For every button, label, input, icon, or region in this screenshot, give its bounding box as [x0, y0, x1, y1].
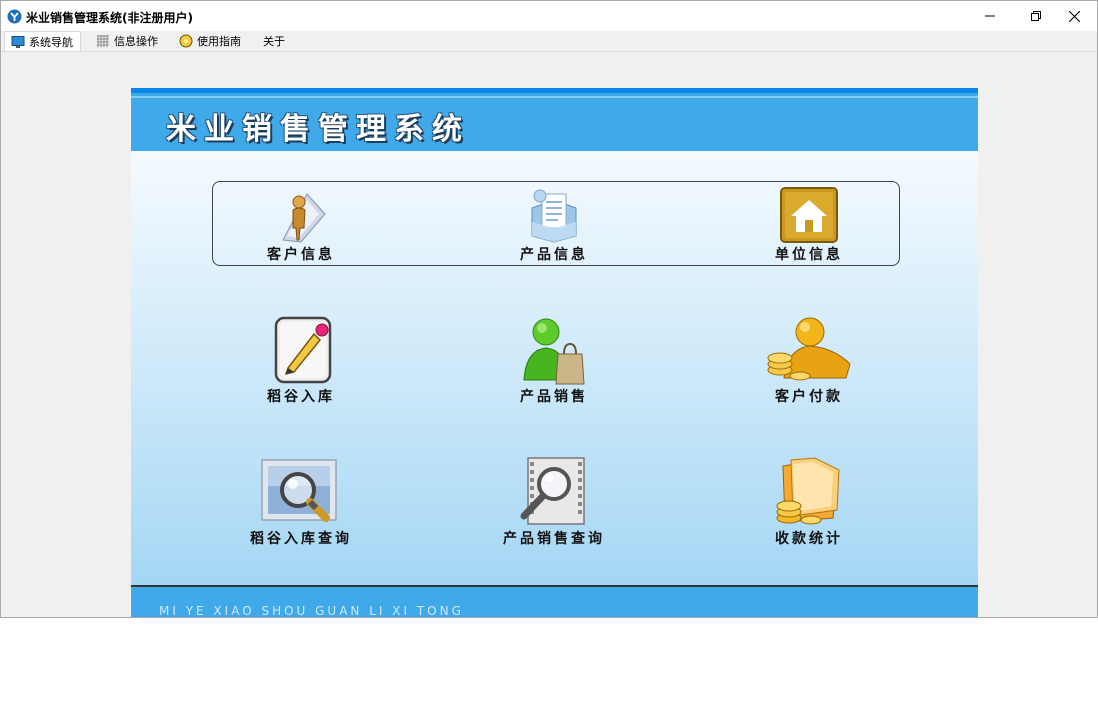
restore-icon	[1031, 11, 1041, 21]
content-area: 米业销售管理系统 客户信息 产品信息 单位信息 稻谷入库 产品销售 客户付款 稻…	[1, 52, 1097, 617]
banner: 米业销售管理系统	[131, 88, 978, 151]
product-sales-query-icon	[520, 457, 585, 525]
minimize-button[interactable]	[967, 1, 1013, 31]
tile-product-sales-query[interactable]: 产品销售查询	[493, 456, 615, 548]
tile-label: 产品销售	[520, 389, 588, 405]
menu-item-guide[interactable]: 使用指南	[179, 31, 241, 51]
banner-top-stripe	[131, 88, 978, 93]
title-bar: 米业销售管理系统(非注册用户)	[1, 1, 1097, 31]
tile-label: 单位信息	[775, 247, 843, 263]
customer-payment-icon	[767, 317, 851, 381]
tile-customer-payment[interactable]: 客户付款	[759, 314, 859, 406]
tile-product-info[interactable]: 产品信息	[504, 186, 604, 264]
menu-item-label: 使用指南	[197, 35, 241, 48]
navigation-panel: 米业销售管理系统 客户信息 产品信息 单位信息 稻谷入库 产品销售 客户付款 稻…	[131, 88, 978, 618]
payment-statistics-icon	[776, 457, 840, 525]
tile-payment-statistics[interactable]: 收款统计	[759, 456, 859, 548]
grain-inbound-query-icon	[261, 459, 337, 522]
menu-bar: 系统导航 信息操作 使用指南 关于	[1, 31, 1097, 52]
tile-unit-info[interactable]: 单位信息	[759, 186, 859, 264]
footer-bar: MI YE XIAO SHOU GUAN LI XI TONG	[131, 585, 978, 618]
tile-label: 产品销售查询	[503, 531, 605, 547]
app-logo-icon	[7, 9, 22, 24]
tile-grain-inbound[interactable]: 稻谷入库	[251, 314, 351, 406]
grain-inbound-icon	[274, 316, 332, 384]
tile-label: 稻谷入库	[267, 389, 335, 405]
menu-item-about[interactable]: 关于	[263, 31, 285, 51]
banner-highlight-line	[131, 96, 978, 98]
window-title: 米业销售管理系统(非注册用户)	[26, 11, 193, 25]
guide-icon	[179, 34, 193, 48]
grid-icon	[97, 35, 109, 47]
menu-item-label: 系统导航	[29, 35, 73, 49]
tile-grain-inbound-query[interactable]: 稻谷入库查询	[250, 456, 352, 548]
menu-item-label: 信息操作	[114, 35, 158, 48]
menu-item-label: 关于	[263, 35, 285, 48]
tile-product-sales[interactable]: 产品销售	[504, 314, 604, 406]
close-button[interactable]	[1051, 1, 1097, 31]
product-sales-icon	[523, 318, 585, 385]
tile-label: 客户付款	[775, 389, 843, 405]
customer-info-icon	[282, 193, 326, 243]
minimize-icon	[985, 15, 995, 17]
tile-label: 收款统计	[775, 531, 843, 547]
tile-label: 客户信息	[267, 247, 335, 263]
tile-label: 产品信息	[520, 247, 588, 263]
product-info-icon	[531, 189, 577, 243]
footer-divider	[131, 585, 978, 587]
unit-info-icon	[780, 187, 838, 243]
banner-title: 米业销售管理系统	[166, 112, 470, 147]
monitor-icon	[11, 35, 25, 48]
tile-customer-info[interactable]: 客户信息	[251, 186, 351, 264]
menu-item-info-ops[interactable]: 信息操作	[96, 31, 158, 51]
close-icon	[1068, 10, 1080, 22]
menu-item-system-nav[interactable]: 系统导航	[4, 31, 81, 51]
tile-label: 稻谷入库查询	[250, 531, 352, 547]
footer-text: MI YE XIAO SHOU GUAN LI XI TONG	[159, 604, 464, 618]
app-window: 米业销售管理系统(非注册用户) 系统导航 信息操作 使用指南 关于 米业销售管理…	[0, 0, 1098, 618]
